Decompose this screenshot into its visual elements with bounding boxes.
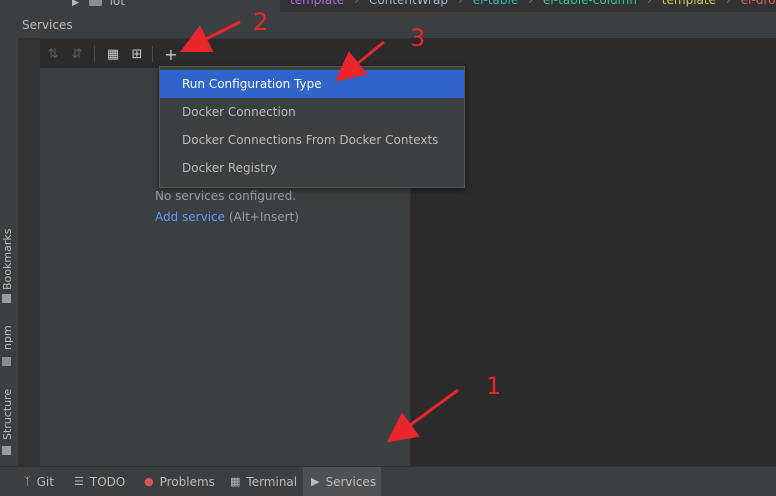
- tab-services-label: Services: [325, 474, 377, 489]
- services-icon: ▶: [311, 475, 320, 488]
- toolbar-separator: [94, 46, 95, 62]
- tab-bookmarks-label: Bookmarks: [1, 228, 14, 290]
- collapse-all-icon: ⇵: [71, 46, 83, 62]
- tree-item-label: iot: [109, 0, 125, 8]
- tab-terminal[interactable]: ▦ Terminal: [228, 467, 303, 496]
- bottom-tool-bar: ᛉ Git ☰ TODO ● Problems ▦ Terminal ▶ Ser…: [0, 466, 776, 496]
- services-toolbar: ⇅ ⇵ ▦ ⊞ +: [40, 42, 410, 66]
- top-strip: ▶ iot template › ContentWrap › el-table › el-t…: [0, 0, 776, 12]
- tree-item-iot[interactable]: ▶ iot: [72, 0, 125, 8]
- services-gutter: [18, 38, 40, 466]
- add-service-row: Add service (Alt+Insert): [155, 210, 299, 224]
- annotation-number-1: 1: [486, 372, 502, 400]
- breadcrumb-item[interactable]: el-table: [473, 0, 518, 7]
- menu-item-docker-registry[interactable]: Docker Registry: [160, 154, 464, 182]
- add-service-popup: Run Configuration Type Docker Connection…: [159, 66, 465, 188]
- tab-terminal-label: Terminal: [246, 474, 298, 489]
- structure-icon: [2, 446, 11, 455]
- todo-icon: ☰: [74, 475, 84, 488]
- add-service-button[interactable]: +: [160, 42, 182, 66]
- bookmark-icon: [2, 294, 11, 303]
- chevron-right-icon: ›: [646, 0, 652, 7]
- tab-services[interactable]: ▶ Services: [303, 467, 381, 496]
- open-new-tab-icon: ⊞: [131, 46, 143, 62]
- tab-problems-label: Problems: [159, 474, 215, 489]
- menu-item-docker-connection[interactable]: Docker Connection: [160, 98, 464, 126]
- chevron-right-icon: ›: [457, 0, 463, 7]
- tab-structure-label: Structure: [1, 388, 14, 440]
- chevron-right-icon: ›: [528, 0, 534, 7]
- expand-all-icon: ⇅: [47, 46, 59, 62]
- chevron-right-icon: ›: [354, 0, 359, 7]
- menu-item-run-configuration-type[interactable]: Run Configuration Type: [160, 70, 464, 98]
- services-title: Services: [22, 18, 73, 32]
- breadcrumb-item[interactable]: el-dropd: [741, 0, 776, 7]
- problems-icon: ●: [144, 475, 154, 488]
- add-service-link[interactable]: Add service: [155, 210, 225, 224]
- annotation-number-3: 3: [410, 24, 426, 52]
- toolbar-separator: [152, 46, 153, 62]
- menu-item-docker-contexts[interactable]: Docker Connections From Docker Contexts: [160, 126, 464, 154]
- add-service-shortcut: (Alt+Insert): [228, 210, 299, 224]
- left-tool-strip: Bookmarks npm Structure: [0, 38, 19, 466]
- expand-all-button[interactable]: ⇅: [42, 42, 64, 66]
- breadcrumb: template › ContentWrap › el-table › el-table-c…: [280, 0, 776, 12]
- breadcrumb-item[interactable]: template: [290, 0, 344, 7]
- tab-npm[interactable]: npm: [0, 325, 18, 374]
- group-by-icon: ▦: [106, 46, 120, 62]
- folder-icon: [88, 0, 102, 6]
- services-detail-area: [411, 38, 776, 466]
- collapse-all-button[interactable]: ⇵: [66, 42, 88, 66]
- tab-todo-label: TODO: [89, 474, 126, 489]
- breadcrumb-item[interactable]: template: [662, 0, 716, 7]
- tab-todo[interactable]: ☰ TODO: [72, 467, 131, 496]
- add-icon: +: [164, 44, 178, 64]
- tab-structure[interactable]: Structure: [0, 386, 18, 462]
- services-header: [0, 12, 776, 39]
- open-new-tab-button[interactable]: ⊞: [126, 42, 148, 66]
- terminal-icon: ▦: [230, 475, 241, 488]
- tab-bookmarks[interactable]: Bookmarks: [0, 228, 18, 308]
- tab-problems[interactable]: ● Problems: [142, 467, 221, 496]
- breadcrumb-item[interactable]: el-table-column: [543, 0, 637, 7]
- annotation-number-2: 2: [253, 8, 269, 36]
- breadcrumb-item[interactable]: ContentWrap: [369, 0, 448, 7]
- npm-icon: [2, 357, 11, 366]
- tab-git-label: Git: [36, 474, 54, 489]
- group-by-button[interactable]: ▦: [102, 42, 124, 66]
- project-tree-strip: ▶ iot: [0, 0, 280, 12]
- chevron-right-icon[interactable]: ▶: [72, 0, 79, 8]
- tab-git[interactable]: ᛉ Git: [22, 467, 60, 496]
- empty-state-text: No services configured.: [155, 189, 296, 203]
- chevron-right-icon: ›: [725, 0, 731, 7]
- tab-npm-label: npm: [1, 325, 14, 350]
- git-icon: ᛉ: [24, 475, 31, 488]
